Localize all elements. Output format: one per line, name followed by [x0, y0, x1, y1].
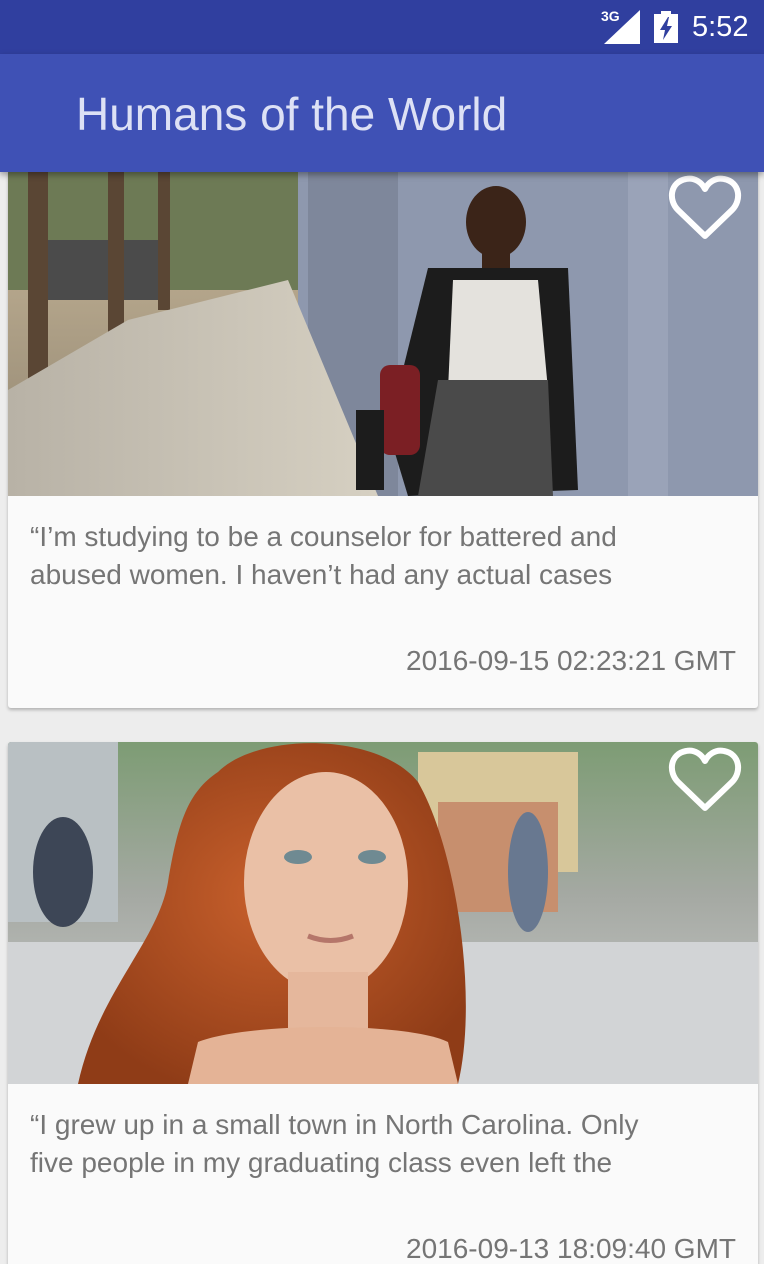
post-timestamp: 2016-09-13 18:09:40 GMT: [406, 1233, 736, 1264]
heart-outline-icon[interactable]: [668, 746, 742, 812]
post-caption: “I grew up in a small town in North Caro…: [30, 1109, 639, 1178]
heart-outline-icon[interactable]: [668, 174, 742, 240]
post-timestamp: 2016-09-15 02:23:21 GMT: [406, 645, 736, 676]
signal-icon: [604, 10, 640, 44]
post-card[interactable]: “I’m studying to be a counselor for batt…: [8, 172, 758, 708]
post-card[interactable]: “I grew up in a small town in North Caro…: [8, 742, 758, 1264]
battery-charging-icon: [654, 11, 678, 43]
post-photo-image: [8, 742, 758, 1084]
post-photo[interactable]: [8, 742, 758, 1084]
clock: 5:52: [692, 11, 749, 43]
app-bar: Humans of the World: [0, 54, 764, 172]
post-feed[interactable]: “I’m studying to be a counselor for batt…: [0, 172, 764, 1264]
app-title: Humans of the World: [76, 88, 508, 140]
post-caption: “I’m studying to be a counselor for batt…: [30, 521, 617, 590]
post-photo[interactable]: [8, 172, 758, 496]
post-photo-image: [8, 172, 758, 496]
status-bar: 3G 5:52: [0, 0, 764, 54]
